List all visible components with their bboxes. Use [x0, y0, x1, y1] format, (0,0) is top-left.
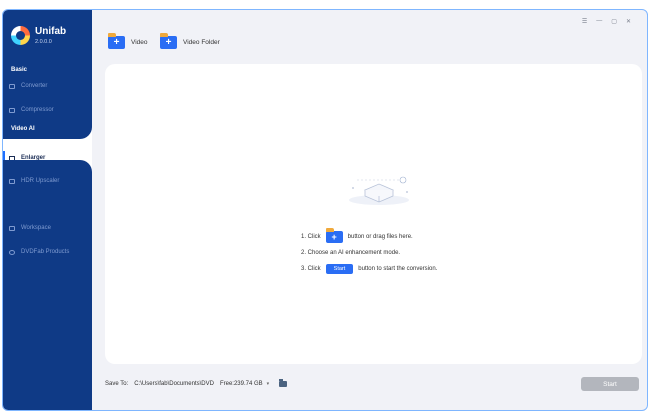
drop-zone[interactable]: 1. Click + button or drag files here. 2.… [105, 64, 642, 364]
section-title-basic: Basic [11, 67, 28, 73]
sidebar-item-compressor[interactable]: Compressor [9, 103, 54, 117]
step3-prefix: 3. Click [301, 266, 321, 272]
add-video-button[interactable]: + Video [108, 33, 148, 49]
step1-prefix: 1. Click [301, 234, 321, 240]
step1-suffix: button or drag files here. [347, 234, 413, 240]
section-title-video-ai: Video AI [11, 126, 35, 132]
add-video-icon: + [108, 33, 125, 49]
add-video-folder-label: Video Folder [183, 39, 220, 46]
instructions: 1. Click + button or drag files here. 2.… [301, 228, 437, 277]
free-space: Free:239.74 GB [219, 381, 263, 387]
close-icon[interactable]: ✕ [626, 18, 631, 25]
products-icon [9, 249, 15, 255]
brand-name: Unifab [35, 26, 67, 37]
menu-icon[interactable]: ☰ [582, 18, 587, 25]
drop-illustration-icon [349, 176, 409, 205]
add-video-folder-button[interactable]: + Video Folder [160, 33, 220, 49]
add-folder-icon: + [160, 33, 177, 49]
instruction-step-2: 2. Choose an AI enhancement mode. [301, 245, 437, 261]
instruction-step-1: 1. Click + button or drag files here. [301, 228, 437, 245]
sidebar-item-converter[interactable]: Converter [9, 79, 47, 93]
minimize-icon[interactable]: — [596, 18, 602, 25]
step2-text: 2. Choose an AI enhancement mode. [301, 250, 401, 256]
sidebar-item-label: Workspace [21, 225, 51, 231]
add-video-label: Video [131, 39, 148, 46]
app-version: 2.0.0.0 [35, 39, 52, 45]
start-badge: Start [325, 264, 354, 274]
play-icon [9, 83, 15, 89]
workspace-icon [9, 225, 15, 231]
sidebar-item-label: DVDFab Products [21, 249, 70, 255]
step3-suffix: button to start the conversion. [358, 266, 438, 272]
sidebar-item-dvdfab-products[interactable]: DVDFab Products [9, 245, 69, 259]
sidebar-item-label: Converter [21, 83, 48, 89]
save-to-label: Save To: [105, 381, 129, 387]
sidebar: Unifab 2.0.0.0 Basic Converter Compresso… [3, 10, 92, 410]
sidebar-item-hdr-upscaler[interactable]: HDR Upscaler [9, 174, 59, 188]
sidebar-item-label: HDR Upscaler [21, 178, 60, 184]
sidebar-bottom-panel: HDR Upscaler Workspace DVDFab Products [3, 160, 92, 410]
sidebar-item-label: Compressor [21, 107, 54, 113]
add-file-icon[interactable]: + [325, 228, 343, 243]
start-button[interactable]: Start [581, 377, 639, 391]
open-folder-icon[interactable] [279, 379, 288, 387]
sidebar-top-panel: Unifab 2.0.0.0 Basic Converter Compresso… [3, 10, 92, 139]
compress-icon [9, 107, 15, 113]
window-controls: ☰ — ▢ ✕ [582, 18, 631, 25]
save-bar: Save To: C:\Users\fab\Documents\DVD Free… [105, 377, 642, 391]
instruction-step-3: 3. Click Start button to start the conve… [301, 261, 437, 277]
sidebar-item-workspace[interactable]: Workspace [9, 221, 51, 235]
app-window: Unifab 2.0.0.0 Basic Converter Compresso… [2, 9, 648, 411]
maximize-icon[interactable]: ▢ [611, 18, 617, 25]
output-path[interactable]: C:\Users\fab\Documents\DVD [134, 381, 214, 387]
hdr-icon [9, 178, 15, 184]
unifab-logo-icon [11, 26, 30, 45]
path-dropdown-icon[interactable]: ▾ [267, 381, 270, 387]
